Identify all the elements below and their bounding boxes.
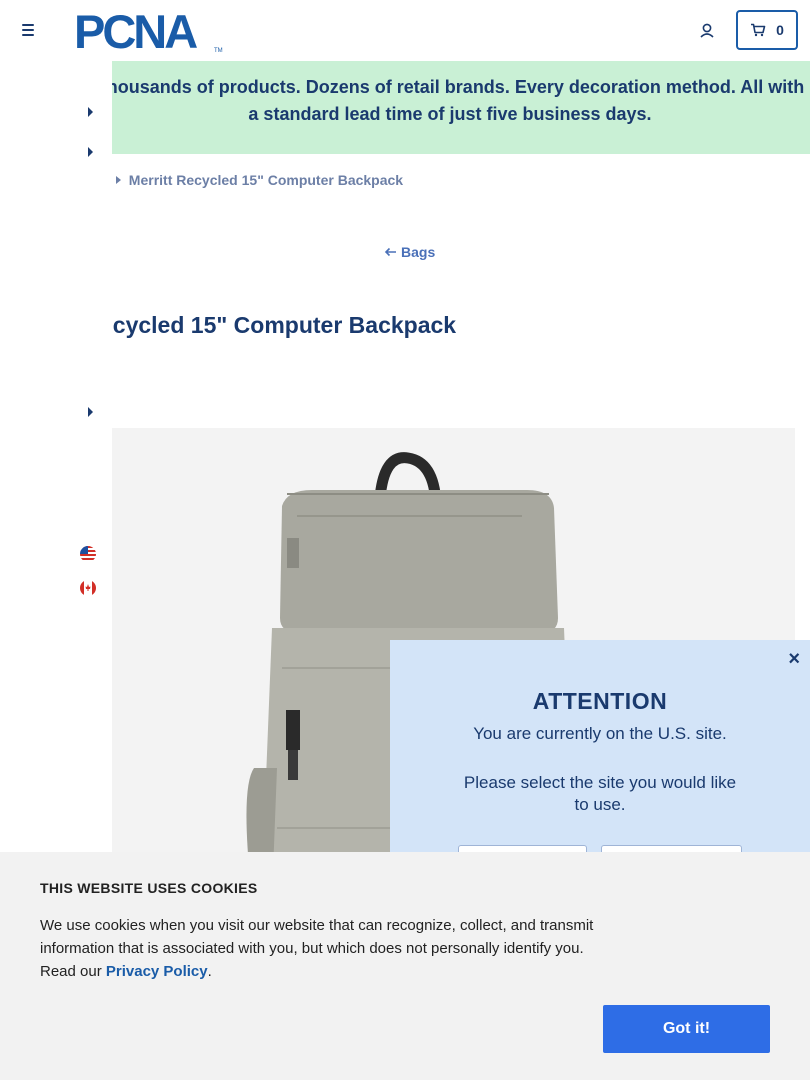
modal-prompt: Please select the site you would like to… xyxy=(463,773,737,814)
promo-banner-text: Thousands of products. Dozens of retail … xyxy=(95,77,805,124)
breadcrumb-current: Merritt Recycled 15" Computer Backpack xyxy=(128,172,404,188)
caret-right-icon[interactable] xyxy=(88,147,93,157)
back-arrow-icon xyxy=(384,247,396,257)
cookie-banner: THIS WEBSITE USES COOKIES We use cookies… xyxy=(0,852,810,1080)
privacy-policy-link[interactable]: Privacy Policy xyxy=(106,963,208,980)
cookie-text: We use cookies when you visit our websit… xyxy=(40,914,605,983)
site-header: PCNA TM 0 xyxy=(0,0,810,61)
menu-icon[interactable] xyxy=(18,20,40,40)
close-icon[interactable]: × xyxy=(788,648,800,671)
cart-button[interactable]: 0 xyxy=(736,10,798,50)
caret-right-icon[interactable] xyxy=(88,107,93,117)
product-title: ecycled 15" Computer Backpack xyxy=(100,312,457,338)
modal-title: ATTENTION xyxy=(532,688,668,714)
accept-cookies-button[interactable]: Got it! xyxy=(603,1005,770,1053)
logo-wordmark: PCNA xyxy=(74,8,197,54)
us-flag-icon[interactable] xyxy=(80,546,96,562)
ca-flag-icon[interactable] xyxy=(80,580,96,596)
cart-count: 0 xyxy=(776,22,784,38)
cookie-period: . xyxy=(207,963,212,980)
breadcrumb: s Merritt Recycled 15" Computer Backpack xyxy=(100,172,403,188)
back-to-category-link[interactable]: Bags xyxy=(384,244,435,260)
modal-message: You are currently on the U.S. site. xyxy=(473,724,727,743)
logo-trademark: TM xyxy=(214,48,223,54)
caret-right-icon xyxy=(115,176,121,184)
caret-right-icon[interactable] xyxy=(88,407,93,417)
promo-banner: Thousands of products. Dozens of retail … xyxy=(0,61,810,154)
back-link-label: Bags xyxy=(401,244,436,260)
pcna-logo[interactable]: PCNA TM xyxy=(74,8,226,54)
account-icon[interactable] xyxy=(696,20,718,42)
cart-icon xyxy=(751,23,766,37)
cookie-title: THIS WEBSITE USES COOKIES xyxy=(40,880,258,896)
